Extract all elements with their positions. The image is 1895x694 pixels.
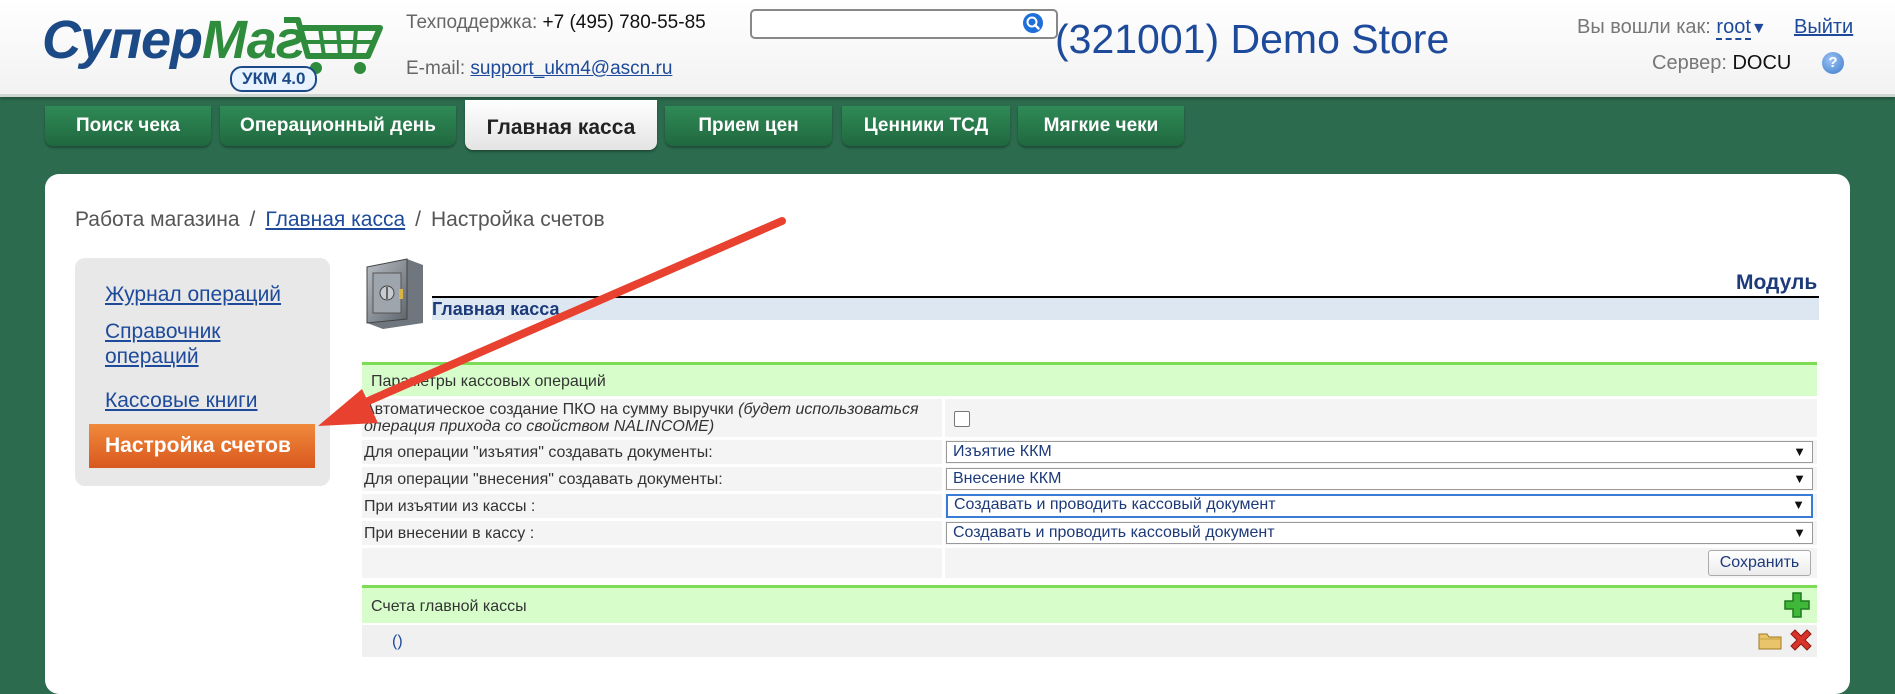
chevron-down-icon[interactable]: ▼ [1751, 20, 1767, 37]
sidebar-item-operations-directory-line2[interactable]: операций [105, 344, 199, 369]
form-label-cell [362, 548, 942, 578]
form-row-deposit-docs: Для операции "внесения" создавать докуме… [362, 467, 1817, 491]
on-deposit-label: При внесении в кассу : [364, 525, 535, 542]
help-icon[interactable]: ? [1822, 52, 1844, 74]
on-deposit-value: Создавать и проводить кассовый документ [953, 524, 1275, 541]
on-deposit-select[interactable]: Создавать и проводить кассовый документ ▼ [946, 522, 1813, 544]
module-label: Модуль [1736, 271, 1818, 294]
module-name: Главная касса [432, 299, 560, 319]
support-phone: +7 (495) 780-55-85 [542, 12, 706, 33]
folder-icon[interactable] [1758, 630, 1782, 650]
safe-icon [366, 258, 423, 329]
form-row-on-withdraw: При изъятии из кассы : Создавать и прово… [362, 494, 1817, 518]
form-row-save [362, 548, 1817, 578]
user-menu[interactable]: root [1716, 16, 1751, 40]
sidebar: Журнал операций Справочник операций Касс… [75, 258, 330, 486]
search-icon[interactable] [1023, 13, 1043, 33]
accounts-section-header: Счета главной кассы [362, 585, 1817, 623]
form-value-cell [945, 548, 1817, 578]
version-badge: УКМ 4.0 [230, 66, 318, 92]
support-email-link[interactable]: support_ukm4@ascn.ru [470, 58, 672, 79]
form-row-auto-pko: Автоматическое создание ПКО на сумму выр… [362, 399, 1817, 437]
app-header: СуперМаг УКМ 4.0 Техподдержка: +7 (495) … [0, 0, 1895, 97]
dropdown-arrow-icon: ▼ [1792, 497, 1805, 512]
support-phone-line: Техподдержка: +7 (495) 780-55-85 [406, 12, 706, 34]
delete-icon[interactable] [1788, 627, 1814, 653]
form-row-on-deposit: При внесении в кассу : Создавать и прово… [362, 521, 1817, 545]
tab-price-receive[interactable]: Прием цен [665, 106, 832, 146]
auto-pko-note: (будет использоваться [738, 401, 919, 418]
supermag-logo[interactable]: СуперМаг УКМ 4.0 [42, 6, 383, 92]
account-link[interactable]: () [392, 633, 403, 651]
add-account-icon[interactable] [1784, 592, 1810, 618]
tab-receipt-search[interactable]: Поиск чека [45, 106, 211, 146]
search-input[interactable] [750, 9, 1058, 39]
sidebar-item-cash-books[interactable]: Кассовые книги [105, 388, 258, 413]
form-row-withdraw-docs: Для операции "изъятия" создавать докумен… [362, 440, 1817, 464]
dropdown-arrow-icon: ▼ [1793, 444, 1806, 459]
email-label: E-mail: [406, 58, 466, 79]
tab-soft-receipts[interactable]: Мягкие чеки [1018, 106, 1184, 146]
withdraw-docs-value: Изъятие ККМ [953, 443, 1052, 460]
breadcrumb-current: Настройка счетов [431, 208, 605, 231]
sidebar-item-operations-journal[interactable]: Журнал операций [105, 282, 281, 307]
tab-main-cashbox[interactable]: Главная касса [465, 100, 657, 150]
breadcrumb-main-cashbox-link[interactable]: Главная касса [265, 208, 405, 231]
store-title: (321001) Demo Store [1055, 16, 1450, 62]
dropdown-arrow-icon: ▼ [1793, 471, 1806, 486]
server-info: Сервер: DOCU [1652, 52, 1791, 75]
logged-in-label: Вы вошли как: [1577, 16, 1711, 38]
logout-link[interactable]: Выйти [1794, 16, 1853, 39]
breadcrumb-root: Работа магазина [75, 208, 240, 231]
logo-wordmark: СуперМаг [42, 10, 305, 70]
deposit-docs-value: Внесение ККМ [953, 470, 1062, 487]
auto-pko-label: Автоматическое создание ПКО на сумму выр… [364, 401, 919, 418]
logged-in-info: Вы вошли как: root▼ [1577, 16, 1767, 40]
breadcrumb: Работа магазина / Главная касса / Настройка … [75, 208, 605, 232]
on-withdraw-value: Создавать и проводить кассовый документ [954, 496, 1276, 513]
breadcrumb-separator: / [415, 208, 421, 231]
server-value: DOCU [1732, 52, 1792, 74]
withdraw-docs-select[interactable]: Изъятие ККМ ▼ [946, 441, 1813, 463]
params-section-header: Параметры кассовых операций [362, 362, 1817, 396]
auto-pko-note-2: операция прихода со свойством NALINCOME) [364, 418, 715, 435]
support-email-line: E-mail: support_ukm4@ascn.ru [406, 58, 672, 80]
module-title-bar [432, 298, 1819, 320]
auto-pko-checkbox[interactable] [954, 411, 970, 427]
server-label: Сервер: [1652, 52, 1727, 74]
tab-operational-day[interactable]: Операционный день [220, 106, 456, 146]
on-withdraw-select[interactable]: Создавать и проводить кассовый документ ▼ [946, 494, 1813, 518]
table-row [362, 625, 1817, 657]
sidebar-item-operations-directory[interactable]: Справочник [105, 319, 221, 344]
logo-wordmark-part1: Супер [42, 10, 203, 70]
auto-pko-note-line2: операция прихода со свойством NALINCOME) [364, 418, 714, 435]
save-button[interactable]: Сохранить [1708, 550, 1811, 576]
tab-tsd-price-tags[interactable]: Ценники ТСД [842, 106, 1010, 146]
breadcrumb-separator: / [249, 208, 256, 231]
support-label: Техподдержка: [406, 12, 538, 33]
deposit-docs-select[interactable]: Внесение ККМ ▼ [946, 468, 1813, 490]
on-withdraw-label: При изъятии из кассы : [364, 498, 536, 515]
withdraw-docs-label: Для операции "изъятия" создавать докумен… [364, 444, 713, 461]
dropdown-arrow-icon: ▼ [1793, 525, 1806, 540]
deposit-docs-label: Для операции "внесения" создавать докуме… [364, 471, 723, 488]
form-value-cell [945, 399, 1817, 437]
auto-pko-label-text: Автоматическое создание ПКО на сумму выр… [364, 401, 734, 418]
sidebar-item-account-settings[interactable]: Настройка счетов [89, 424, 315, 468]
